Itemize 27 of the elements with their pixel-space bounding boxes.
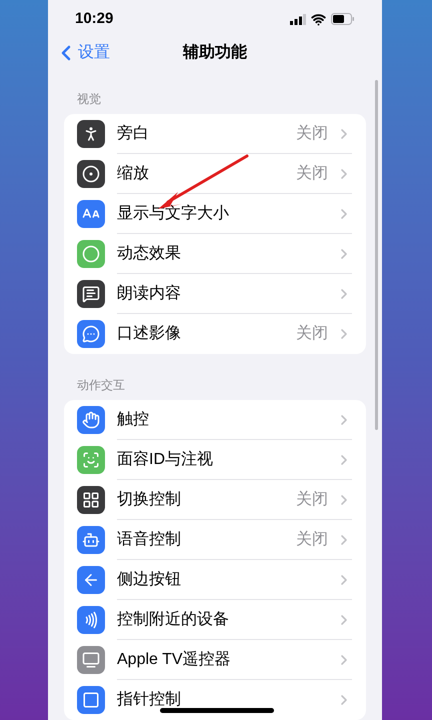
setting-label[interactable]: 控制附近的设备 xyxy=(117,608,336,632)
section-header: 视觉 xyxy=(76,91,102,108)
back-button[interactable]: 设置 xyxy=(48,41,110,65)
setting-value: 关闭 xyxy=(296,324,328,344)
setting-label[interactable]: Apple TV遥控器 xyxy=(117,648,336,672)
setting-label[interactable]: 缩放 xyxy=(117,162,296,186)
setting-label[interactable]: 动态效果 xyxy=(117,242,336,266)
setting-label[interactable]: 旁白 xyxy=(117,122,296,146)
wifi-icon xyxy=(311,12,326,26)
setting-label[interactable]: 触控 xyxy=(117,408,336,432)
setting-value: 关闭 xyxy=(296,490,328,510)
setting-label[interactable]: 指针控制 xyxy=(117,688,336,712)
setting-value: 关闭 xyxy=(296,164,328,184)
setting-value: 关闭 xyxy=(296,530,328,550)
section-header: 动作交互 xyxy=(76,377,126,394)
setting-label[interactable]: 侧边按钮 xyxy=(117,568,336,592)
signal-icon xyxy=(290,14,306,24)
setting-label[interactable]: 显示与文字大小 xyxy=(117,202,336,226)
setting-label[interactable]: 切换控制 xyxy=(117,488,296,512)
page-title: 辅助功能 xyxy=(183,42,247,63)
setting-label[interactable]: 朗读内容 xyxy=(117,282,336,306)
setting-label[interactable]: 语音控制 xyxy=(117,528,296,552)
battery-icon xyxy=(331,13,355,25)
setting-label[interactable]: 面容ID与注视 xyxy=(117,448,336,472)
setting-value: 关闭 xyxy=(296,124,328,144)
setting-label[interactable]: 口述影像 xyxy=(117,322,296,346)
status-time: 10:29 xyxy=(75,8,114,29)
